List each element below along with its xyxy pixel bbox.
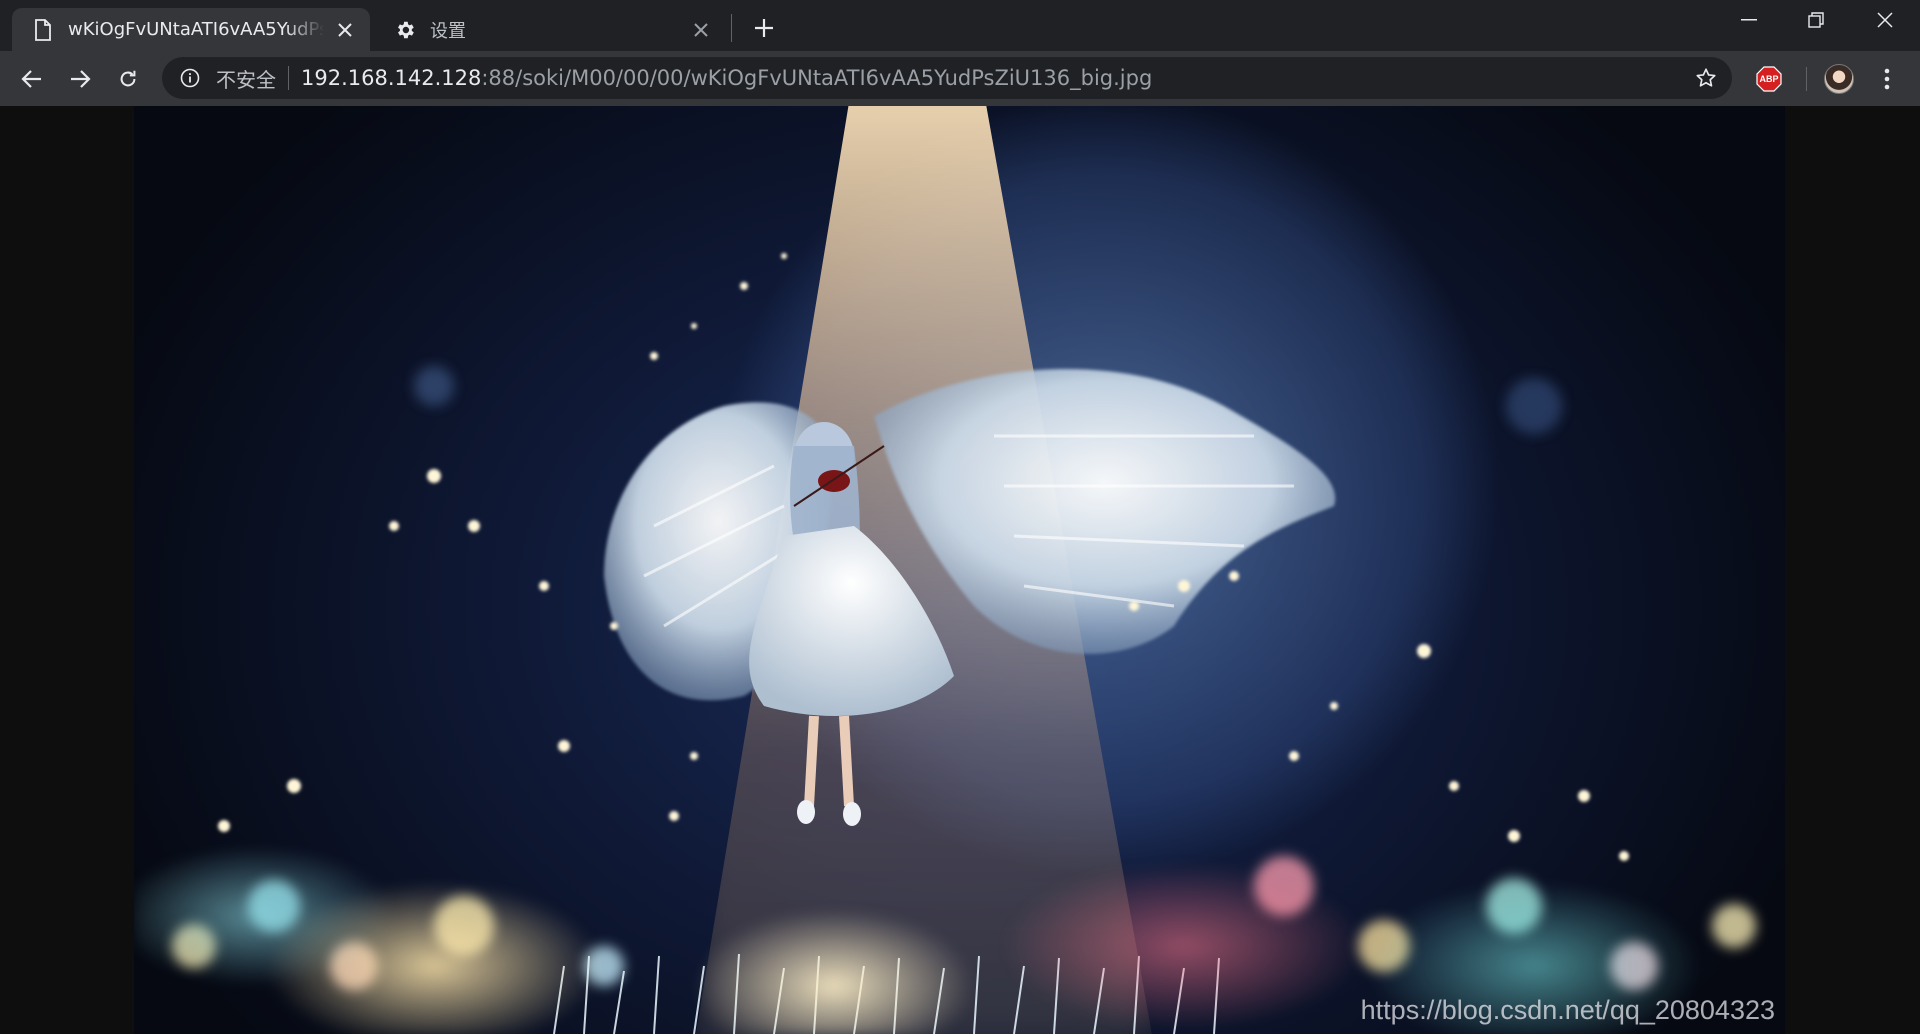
info-icon[interactable] [178, 66, 202, 90]
close-tab-icon[interactable] [332, 17, 358, 43]
minimize-button[interactable] [1716, 0, 1782, 40]
gear-icon [394, 19, 416, 41]
back-button[interactable] [13, 60, 51, 98]
url-host: 192.168.142.128 [301, 66, 482, 90]
close-window-button[interactable] [1852, 0, 1918, 40]
address-bar[interactable]: 不安全 192.168.142.128:88/soki/M00/00/00/wK… [162, 57, 1732, 99]
tab-image[interactable]: wKiOgFvUNtaATI6vAA5YudPsZiU136_big.jpg [12, 8, 370, 51]
toolbar-separator [1806, 67, 1807, 91]
bookmark-star-icon[interactable] [1694, 66, 1718, 90]
adblock-plus-extension[interactable]: ABP [1756, 66, 1782, 92]
tab-separator [731, 14, 732, 42]
tab-settings[interactable]: 设置 [374, 8, 726, 51]
restore-button[interactable] [1783, 0, 1849, 40]
tab-title: wKiOgFvUNtaATI6vAA5YudPsZiU136_big.jpg [68, 19, 324, 40]
close-tab-icon[interactable] [688, 17, 714, 43]
displayed-image[interactable]: https://blog.csdn.net/qq_20804323 [134, 106, 1785, 1034]
browser-toolbar: 不安全 192.168.142.128:88/soki/M00/00/00/wK… [0, 51, 1920, 106]
url-path: :88/soki/M00/00/00/wKiOgFvUNtaATI6vAA5Yu… [481, 66, 1153, 90]
page-icon [32, 18, 54, 41]
abp-label: ABP [1759, 74, 1779, 84]
reload-button[interactable] [109, 60, 147, 98]
security-label[interactable]: 不安全 [216, 64, 276, 93]
tab-strip: wKiOgFvUNtaATI6vAA5YudPsZiU136_big.jpg 设… [0, 0, 1920, 51]
arrow-right-icon [71, 70, 91, 88]
watermark-text: https://blog.csdn.net/qq_20804323 [1360, 995, 1775, 1025]
kebab-menu-icon [1884, 68, 1890, 90]
page-viewport: https://blog.csdn.net/qq_20804323 [0, 106, 1920, 1034]
tab-title: 设置 [430, 20, 466, 42]
arrow-left-icon [21, 70, 41, 88]
profile-avatar[interactable] [1824, 64, 1854, 94]
more-menu-button[interactable] [1872, 64, 1902, 94]
forward-button[interactable] [61, 60, 99, 98]
omnibox-divider [288, 66, 289, 90]
new-tab-button[interactable] [748, 12, 780, 44]
reload-icon [120, 70, 136, 87]
